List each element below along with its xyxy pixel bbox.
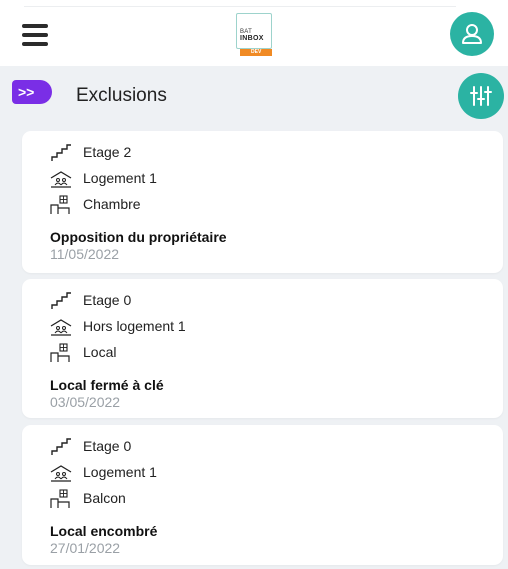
room-icon — [50, 195, 70, 214]
exclusion-date: 03/05/2022 — [50, 394, 121, 410]
app-logo: BAT INBOX DEV — [236, 13, 274, 57]
exclusion-date: 27/01/2022 — [50, 540, 121, 556]
room-icon — [50, 489, 70, 508]
housing-label: Logement 1 — [83, 464, 157, 480]
room-icon — [50, 343, 70, 362]
floor-label: Etage 2 — [83, 144, 132, 160]
menu-icon[interactable] — [22, 24, 48, 46]
housing-label: Logement 1 — [83, 170, 157, 186]
exclusion-reason: Opposition du propriétaire — [50, 229, 227, 245]
floor-label: Etage 0 — [83, 438, 132, 454]
housing-icon — [50, 465, 72, 482]
filter-button[interactable] — [458, 73, 504, 119]
user-icon — [462, 24, 482, 44]
room-label: Balcon — [83, 490, 126, 506]
exclusion-card[interactable]: Etage 2 Logement 1 Chambre Opposition du… — [22, 131, 503, 273]
exclusion-card[interactable]: Etage 0 Logement 1 Balcon Local encombré… — [22, 425, 503, 565]
filter-sliders-icon — [470, 86, 492, 106]
room-label: Chambre — [83, 196, 141, 212]
stairs-icon — [51, 144, 71, 161]
profile-button[interactable] — [450, 12, 494, 56]
stairs-icon — [51, 438, 71, 455]
housing-icon — [50, 319, 72, 336]
floor-label: Etage 0 — [83, 292, 132, 308]
room-label: Local — [83, 344, 117, 360]
top-divider — [24, 6, 456, 7]
exclusion-card[interactable]: Etage 0 Hors logement 1 Local Local ferm… — [22, 279, 503, 418]
exclusion-reason: Local fermé à clé — [50, 377, 164, 393]
page-title: Exclusions — [76, 85, 167, 106]
housing-icon — [50, 171, 72, 188]
top-bar: BAT INBOX DEV — [0, 0, 508, 66]
expand-sidebar-button[interactable]: >> — [12, 80, 52, 104]
housing-label: Hors logement 1 — [83, 318, 186, 334]
exclusion-date: 11/05/2022 — [50, 246, 120, 262]
stairs-icon — [51, 292, 71, 309]
exclusion-reason: Local encombré — [50, 523, 158, 539]
